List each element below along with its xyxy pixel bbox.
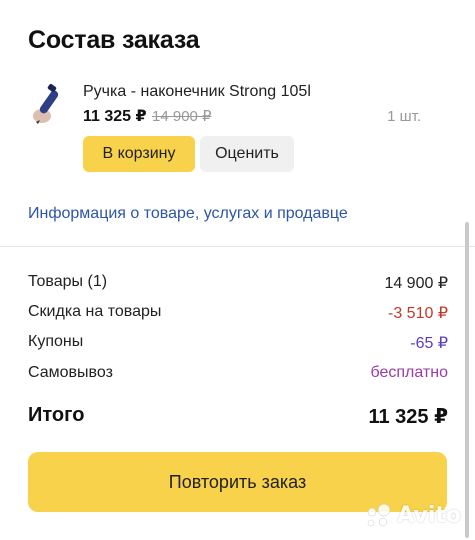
add-to-cart-button[interactable]: В корзину [83, 136, 195, 172]
summary-row-coupons: Купоны -65 ₽ [28, 333, 448, 353]
summary-value: 14 900 ₽ [384, 275, 448, 292]
summary-row-goods: Товары (1) 14 900 ₽ [28, 273, 448, 293]
avito-watermark: Avito [363, 502, 461, 528]
product-info-link[interactable]: Информация о товаре, услугах и продавце [28, 205, 348, 223]
avito-logo-icon [367, 503, 391, 527]
summary-label: Самовывоз [28, 364, 113, 381]
page-title: Состав заказа [28, 26, 200, 54]
product-name[interactable]: Ручка - наконечник Strong 105l [83, 83, 311, 101]
summary-value: -65 ₽ [410, 335, 448, 352]
section-divider [0, 246, 475, 247]
product-quantity: 1 шт. [387, 108, 421, 125]
summary-value: бесплатно [370, 364, 449, 381]
summary-row-pickup: Самовывоз бесплатно [28, 364, 448, 382]
product-price: 11 325 ₽ [83, 108, 147, 125]
order-total: Итого 11 325 ₽ [28, 404, 448, 429]
total-value: 11 325 ₽ [368, 406, 448, 428]
summary-value: -3 510 ₽ [388, 305, 448, 322]
rate-button[interactable]: Оценить [200, 136, 294, 172]
summary-row-discount: Скидка на товары -3 510 ₽ [28, 303, 448, 323]
summary-label: Товары (1) [28, 273, 108, 290]
watermark-text: Avito [397, 502, 461, 528]
summary-label: Купоны [28, 333, 84, 350]
product-thumbnail[interactable] [28, 80, 68, 130]
product-old-price: 14 900 ₽ [152, 108, 212, 125]
scrollbar[interactable] [465, 222, 469, 538]
stylus-pen-icon [33, 84, 59, 124]
total-label: Итого [28, 404, 85, 426]
summary-label: Скидка на товары [28, 303, 162, 320]
